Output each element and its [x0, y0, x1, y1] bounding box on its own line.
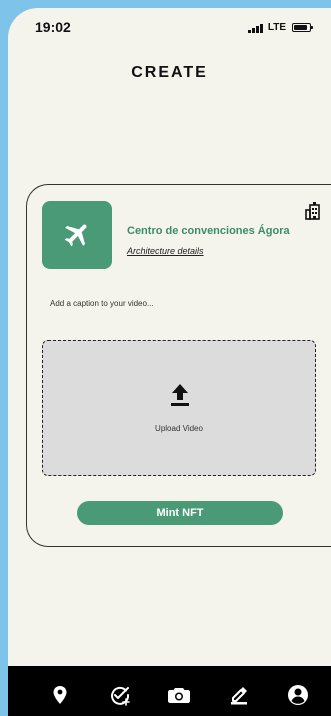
network-label: LTE	[267, 22, 286, 33]
airplane-icon	[64, 224, 87, 247]
phone-screen: 19:02 LTE CREATE Centro de convenciones …	[8, 8, 331, 716]
card-edge	[315, 185, 331, 546]
location-thumbnail	[42, 201, 112, 269]
page-title: CREATE	[131, 64, 208, 81]
architecture-details-link[interactable]: Architecture details	[127, 246, 204, 256]
upload-video-dropzone[interactable]: Upload Video	[42, 340, 316, 476]
video-caption-input[interactable]: Add a caption to your video...	[50, 299, 154, 308]
edit-icon[interactable]	[227, 683, 251, 707]
status-bar: 19:02 LTE	[8, 8, 331, 48]
bottom-navigation	[8, 666, 331, 716]
upload-video-label: Upload Video	[155, 424, 203, 433]
nft-creation-card: Centro de convenciones Ágora Architectur…	[26, 184, 331, 547]
signal-icon	[247, 23, 263, 33]
mint-nft-button[interactable]: Mint NFT	[77, 501, 283, 525]
create-check-icon[interactable]	[107, 683, 131, 707]
profile-icon[interactable]	[286, 683, 310, 707]
location-pin-icon[interactable]	[48, 683, 72, 707]
building-icon	[305, 201, 323, 226]
camera-icon[interactable]	[167, 683, 191, 707]
status-time: 19:02	[35, 19, 71, 35]
battery-icon	[292, 23, 313, 32]
place-title: Centro de convenciones Ágora	[127, 225, 290, 237]
status-indicators: LTE	[247, 22, 313, 33]
upload-icon	[171, 384, 189, 406]
